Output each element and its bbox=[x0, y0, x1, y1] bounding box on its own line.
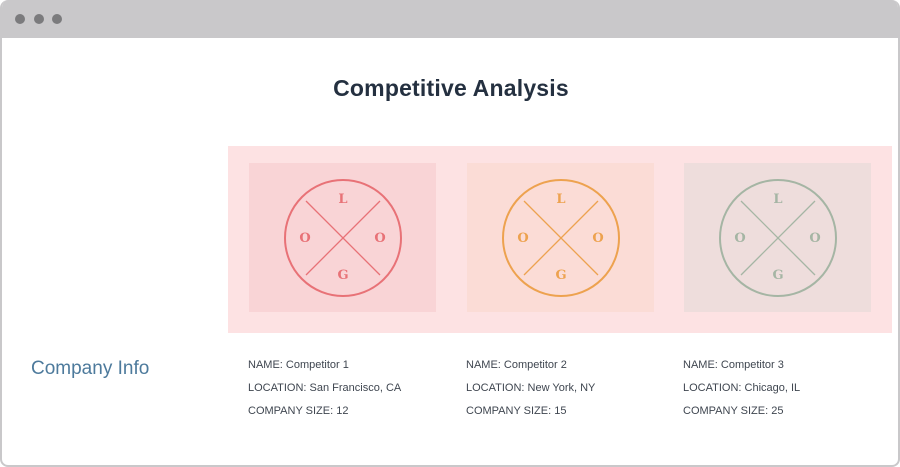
competitor-location: LOCATION: Chicago, IL bbox=[683, 382, 801, 394]
competitor-location: LOCATION: San Francisco, CA bbox=[248, 382, 402, 394]
logo-placeholder-icon: L O O G bbox=[467, 163, 654, 312]
company-info-label: Company Info bbox=[31, 358, 150, 379]
logo-letter: O bbox=[809, 231, 820, 246]
competitor-size: COMPANY SIZE: 12 bbox=[248, 405, 349, 417]
competitor-name: NAME: Competitor 1 bbox=[248, 359, 349, 371]
logo-letter: O bbox=[592, 231, 603, 246]
competitor-3-logo-card: L O O G bbox=[684, 163, 871, 312]
competitor-2-info: NAME: Competitor 2 LOCATION: New York, N… bbox=[466, 356, 666, 425]
logo-letter: G bbox=[555, 268, 566, 283]
logo-letter: O bbox=[374, 231, 385, 246]
logo-letter: O bbox=[517, 231, 528, 246]
competitor-1-logo-card: L O O G bbox=[249, 163, 436, 312]
window-dot-icon[interactable] bbox=[34, 14, 44, 24]
competitor-3-info: NAME: Competitor 3 LOCATION: Chicago, IL… bbox=[683, 356, 883, 425]
competitor-name: NAME: Competitor 2 bbox=[466, 359, 567, 371]
logo-letter: L bbox=[556, 192, 565, 207]
window-dot-icon[interactable] bbox=[52, 14, 62, 24]
window-dot-icon[interactable] bbox=[15, 14, 25, 24]
logo-placeholder-icon: L O O G bbox=[684, 163, 871, 312]
competitor-2-logo-card: L O O G bbox=[467, 163, 654, 312]
logo-letter: L bbox=[773, 192, 782, 207]
logo-band: L O O G L O O G L O O G bbox=[228, 146, 892, 333]
logo-letter: O bbox=[299, 231, 310, 246]
competitor-1-info: NAME: Competitor 1 LOCATION: San Francis… bbox=[248, 356, 448, 425]
logo-letter: G bbox=[772, 268, 783, 283]
browser-window: Competitive Analysis L O O G L O O G L O… bbox=[0, 0, 900, 467]
window-titlebar bbox=[2, 0, 898, 38]
competitor-location: LOCATION: New York, NY bbox=[466, 382, 596, 394]
logo-letter: G bbox=[337, 268, 348, 283]
logo-letter: L bbox=[338, 192, 347, 207]
page-title: Competitive Analysis bbox=[333, 75, 569, 101]
logo-letter: O bbox=[734, 231, 745, 246]
competitor-size: COMPANY SIZE: 25 bbox=[683, 405, 784, 417]
logo-placeholder-icon: L O O G bbox=[249, 163, 436, 312]
competitor-name: NAME: Competitor 3 bbox=[683, 359, 784, 371]
competitor-size: COMPANY SIZE: 15 bbox=[466, 405, 567, 417]
